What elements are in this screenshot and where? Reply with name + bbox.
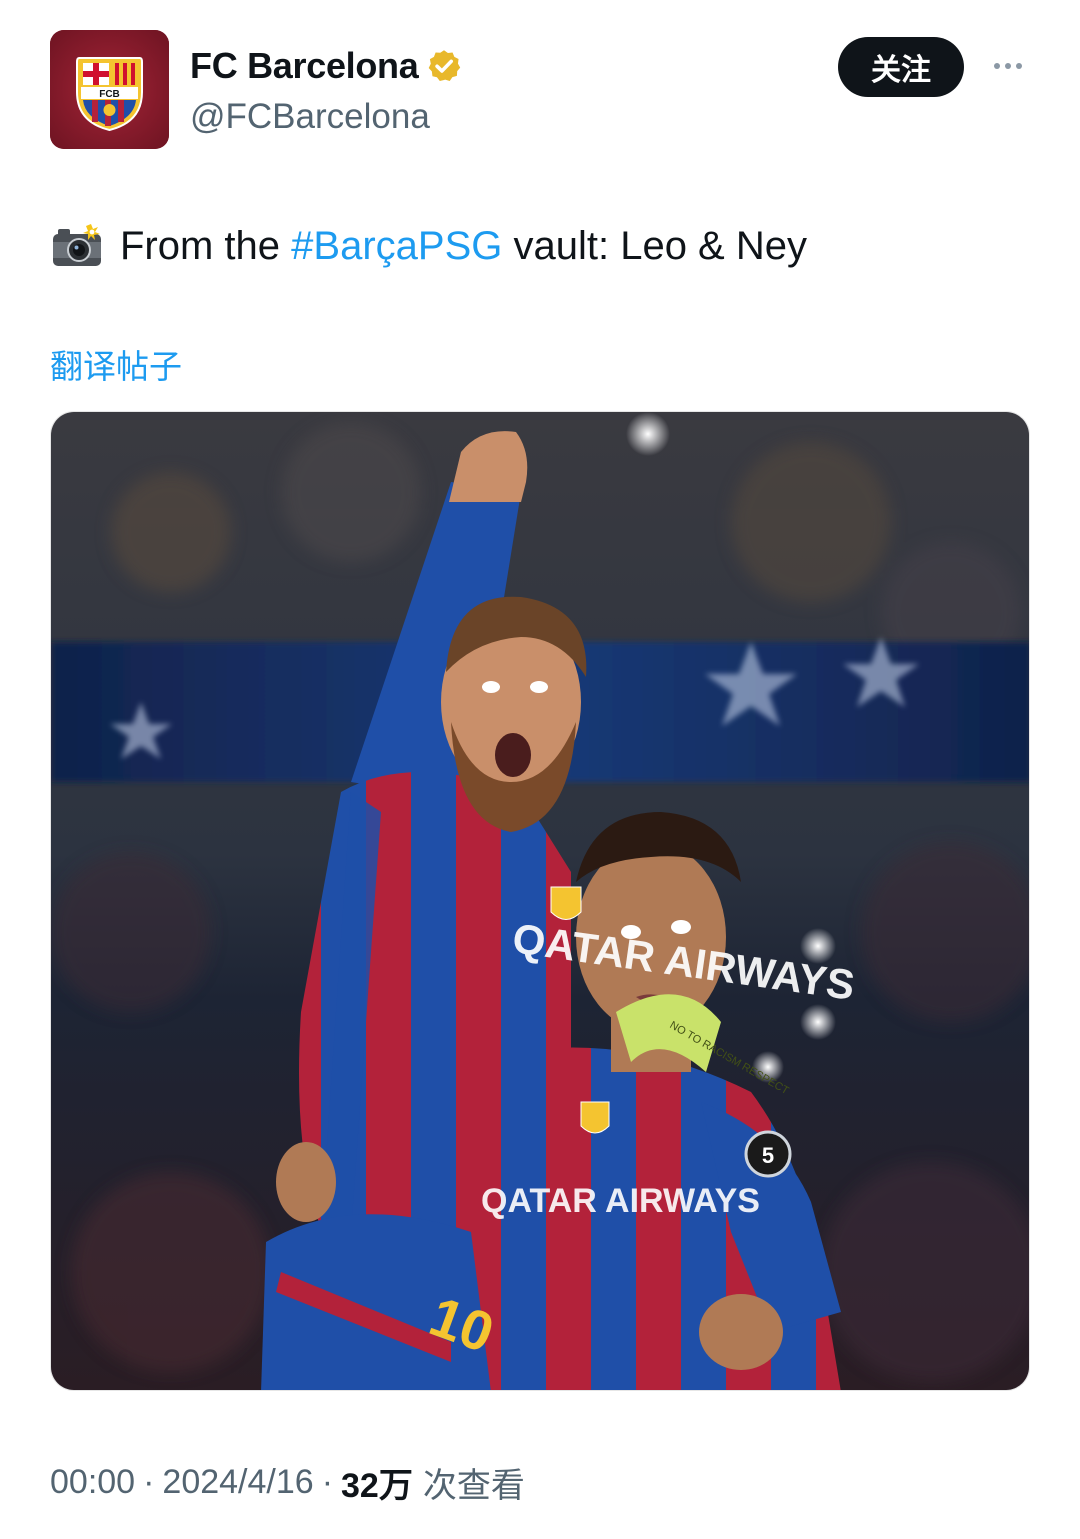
author-name-row: FC Barcelona <box>190 42 462 90</box>
meta-separator: · <box>321 1463 334 1501</box>
views-count: 32万 <box>341 1467 413 1505</box>
views-label: 次查看 <box>422 1466 525 1506</box>
photo-illustration: NO TO RACISM RESPECT QATAR AIRWAYS QATAR… <box>51 412 1029 1390</box>
tweet-text: From the #BarçaPSG vault: Leo & Ney <box>50 220 1030 272</box>
author-handle[interactable]: @FCBarcelona <box>190 97 430 137</box>
tweet-meta: 00:00 · 2024/4/16 · 32万 次查看 <box>50 1458 525 1507</box>
svg-text:FCB: FCB <box>99 89 120 100</box>
svg-text:5: 5 <box>762 1143 774 1168</box>
tweet-media-photo[interactable]: NO TO RACISM RESPECT QATAR AIRWAYS QATAR… <box>50 411 1030 1391</box>
meta-separator: · <box>143 1463 155 1501</box>
verified-badge-icon <box>429 50 461 81</box>
fcb-crest-icon: FCB <box>50 30 169 149</box>
tweet-time[interactable]: 00:00 <box>50 1463 135 1502</box>
avatar[interactable]: FCB <box>50 30 169 149</box>
more-dots-icon[interactable] <box>986 48 1030 84</box>
camera-flash-icon <box>53 224 101 266</box>
follow-button[interactable]: 关注 <box>838 37 964 97</box>
display-name[interactable]: FC Barcelona <box>190 45 419 87</box>
tweet-text-after: vault: Leo & Ney <box>502 224 807 268</box>
tweet-text-before: From the <box>120 224 292 268</box>
tweet-date[interactable]: 2024/4/16 <box>162 1463 313 1502</box>
svg-text:QATAR AIRWAYS: QATAR AIRWAYS <box>481 1182 760 1220</box>
hashtag-link[interactable]: #BarçaPSG <box>291 220 502 272</box>
translate-post-link[interactable]: 翻译帖子 <box>50 340 182 388</box>
